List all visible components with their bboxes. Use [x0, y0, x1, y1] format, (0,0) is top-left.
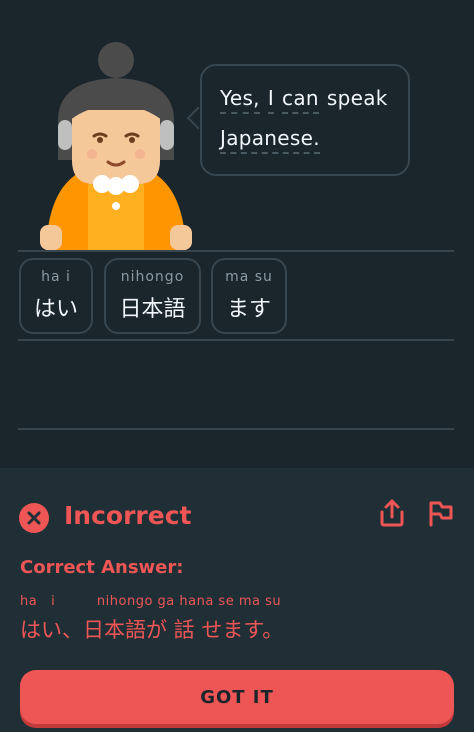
tile-japanese: ます: [226, 297, 271, 322]
character-illustration: [40, 42, 192, 250]
correct-answer-label: Correct Answer:: [20, 557, 184, 578]
word-tile[interactable]: ma su ます: [211, 258, 287, 334]
correct-answer-text: はい、日本語が 話 せます。: [20, 618, 284, 642]
prompt-word[interactable]: can: [282, 86, 319, 114]
speech-line-1: Yes, Ican speak: [220, 86, 396, 114]
prompt-word[interactable]: speak: [327, 86, 388, 114]
prompt-word[interactable]: I: [267, 86, 275, 114]
prompt-word[interactable]: Yes,: [220, 86, 260, 114]
answer-line-top: [18, 250, 454, 252]
tile-romaji: ha i: [41, 269, 71, 285]
correct-answer-romaji: ha i nihongo ga hana se ma su: [20, 594, 282, 609]
share-icon[interactable]: [378, 498, 406, 528]
tile-japanese: 日本語: [119, 297, 186, 322]
result-status: Incorrect: [64, 501, 192, 530]
tile-romaji: nihongo: [120, 269, 185, 285]
tile-romaji: ma su: [225, 269, 273, 285]
prompt-word[interactable]: Japanese.: [220, 126, 320, 154]
answer-line-bottom: [18, 428, 454, 430]
flag-icon[interactable]: [426, 498, 454, 528]
answer-line-middle: [18, 339, 454, 341]
word-tile[interactable]: nihongo 日本語: [104, 258, 201, 334]
speech-line-2: Japanese.: [220, 126, 328, 154]
got-it-button[interactable]: GOT IT: [20, 670, 454, 724]
word-tile[interactable]: ha i はい: [19, 258, 93, 334]
x-circle-icon: [19, 503, 49, 533]
tile-japanese: はい: [33, 297, 78, 322]
speech-bubble: Yes, Ican speak Japanese.: [200, 64, 410, 176]
